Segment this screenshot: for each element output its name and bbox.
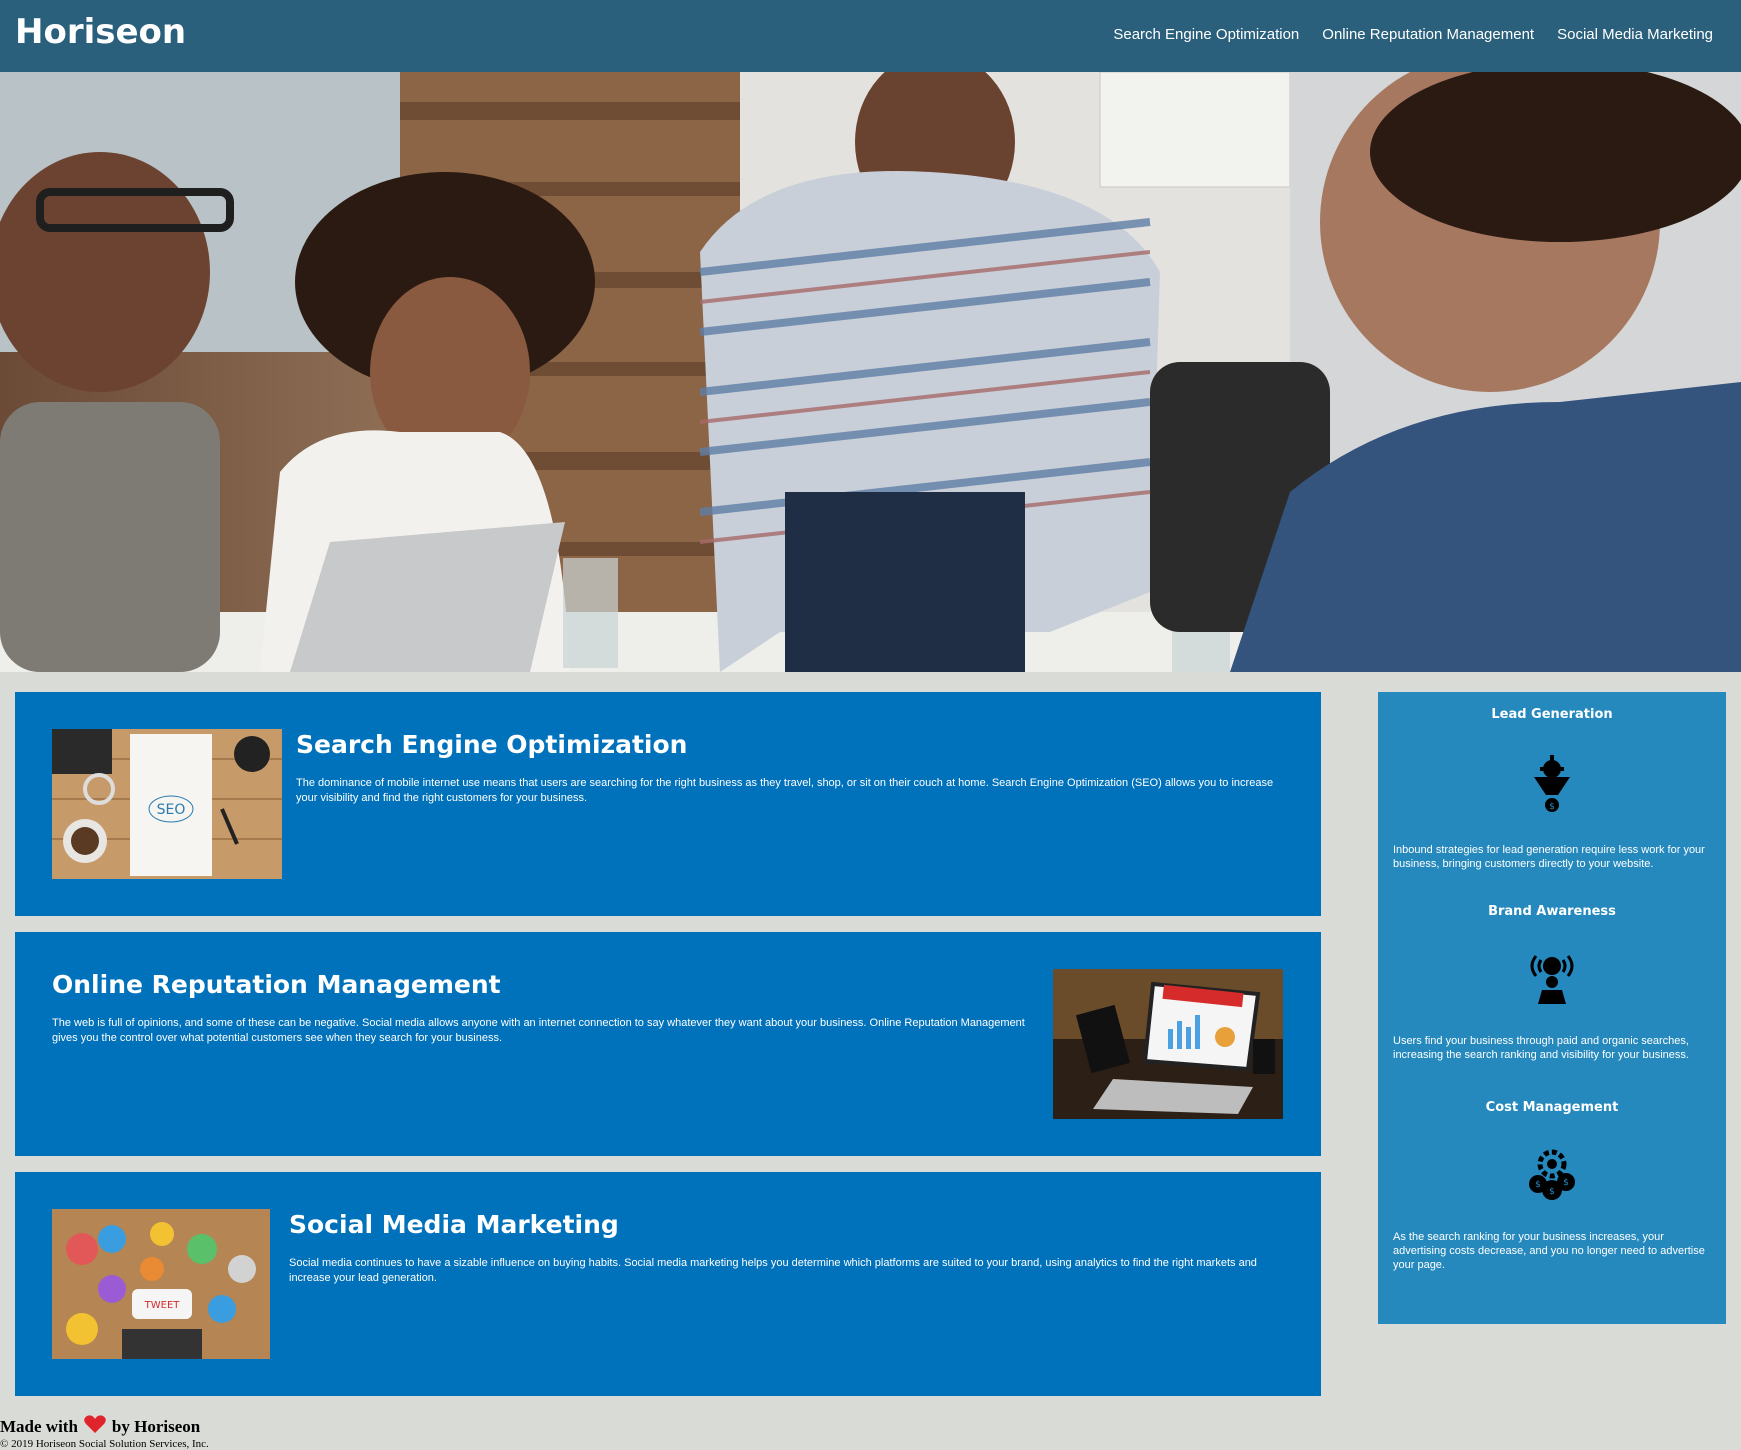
nav-link-social-media[interactable]: Social Media Marketing	[1557, 26, 1713, 43]
svg-text:SEO: SEO	[157, 802, 186, 818]
site-footer: Made with by Horiseon © 2019 Horiseon So…	[0, 1415, 209, 1450]
service-card-social-media: TWEET Social Media Marketing Social medi…	[15, 1172, 1321, 1396]
nav-link-reputation[interactable]: Online Reputation Management	[1322, 26, 1534, 43]
social-media-image: TWEET	[52, 1209, 270, 1359]
brand-awareness-title: Brand Awareness	[1488, 904, 1616, 919]
hero-image	[0, 72, 1741, 672]
service-card-reputation: Online Reputation Management The web is …	[15, 932, 1321, 1156]
brand-awareness-text: Users find your business through paid an…	[1393, 1035, 1689, 1061]
main-nav: Search Engine Optimization Online Reputa…	[1113, 26, 1713, 43]
svg-text:TWEET: TWEET	[144, 1300, 181, 1311]
hero-photo-illustration	[0, 72, 1741, 672]
site-logo[interactable]: Horiseon	[15, 12, 186, 52]
seo-title: Search Engine Optimization	[296, 730, 688, 759]
nav-link-seo[interactable]: Search Engine Optimization	[1113, 26, 1299, 43]
svg-text:$: $	[1563, 1178, 1569, 1188]
lead-generation-title: Lead Generation	[1491, 707, 1613, 722]
benefit-brand-awareness: Brand Awareness Users find your business…	[1378, 904, 1726, 1061]
cost-management-text: As the search ranking for your business …	[1393, 1231, 1705, 1271]
lead-generation-text: Inbound strategies for lead generation r…	[1393, 844, 1705, 870]
cost-management-title: Cost Management	[1485, 1100, 1619, 1115]
seo-image: SEO	[52, 729, 282, 879]
svg-text:$: $	[1535, 1180, 1541, 1190]
brand-awareness-icon	[1522, 946, 1582, 1006]
service-card-seo: SEO Search Engine Optimization The domin…	[15, 692, 1321, 916]
reputation-text: The web is full of opinions, and some of…	[52, 1017, 1025, 1044]
social-media-text: Social media continues to have a sizable…	[289, 1257, 1257, 1284]
svg-text:$: $	[1549, 802, 1555, 812]
lead-generation-icon: $	[1522, 755, 1582, 815]
reputation-title: Online Reputation Management	[52, 970, 501, 999]
benefit-cost-management: Cost Management $ $ $ As the search rankin…	[1378, 1100, 1726, 1271]
svg-text:$: $	[1549, 1187, 1555, 1197]
reputation-image	[1053, 969, 1283, 1119]
heart-icon	[84, 1415, 106, 1439]
social-media-title: Social Media Marketing	[289, 1210, 619, 1239]
cost-management-icon: $ $ $	[1522, 1142, 1582, 1202]
site-header: Horiseon Search Engine Optimization Onli…	[0, 0, 1741, 72]
seo-text: The dominance of mobile internet use mea…	[296, 777, 1274, 804]
copyright-text: © 2019 Horiseon Social Solution Services…	[0, 1438, 209, 1450]
benefits-sidebar: Lead Generation $ Inbound strategies for…	[1378, 692, 1726, 1324]
by-horiseon-text: by Horiseon	[111, 1417, 201, 1436]
made-with-line: Made with by Horiseon	[0, 1415, 209, 1439]
made-with-text: Made with	[0, 1417, 78, 1436]
benefit-lead-generation: Lead Generation $ Inbound strategies for…	[1378, 707, 1726, 870]
